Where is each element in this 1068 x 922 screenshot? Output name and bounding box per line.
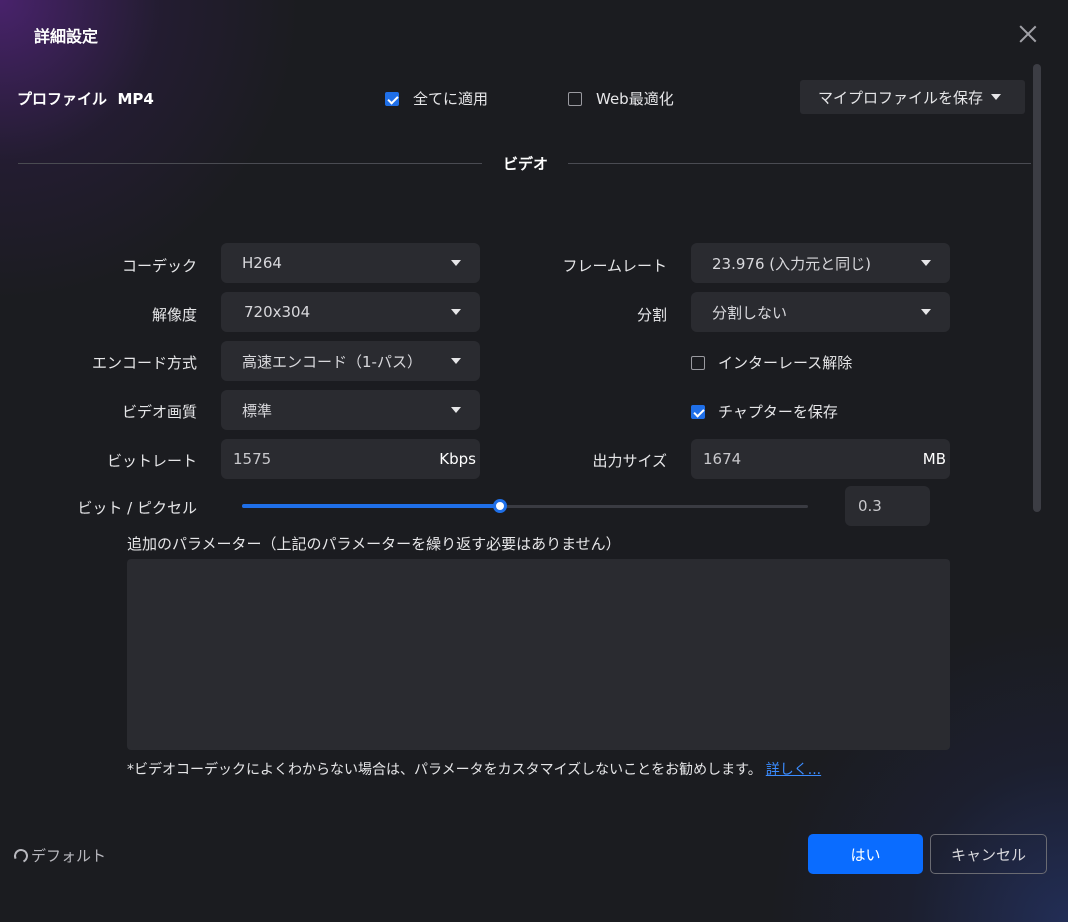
vertical-scrollbar[interactable] <box>1033 64 1041 512</box>
split-value: 分割しない <box>712 303 788 322</box>
bitrate-label: ビットレート <box>106 452 197 470</box>
chevron-down-icon <box>921 260 931 266</box>
checkbox-checked-icon[interactable] <box>385 91 399 106</box>
output-size-unit: MB <box>922 450 946 468</box>
bits-per-pixel-input[interactable]: 0.3 <box>845 486 930 526</box>
resolution-value: 720x304 <box>244 303 311 321</box>
bits-per-pixel-slider-fill <box>242 504 500 508</box>
output-size-value: 1674 <box>703 450 742 468</box>
chevron-down-icon <box>451 260 461 266</box>
bitrate-input[interactable]: 1575 Kbps <box>221 439 480 479</box>
cancel-button[interactable]: キャンセル <box>930 834 1047 874</box>
quality-label: ビデオ画質 <box>121 403 197 421</box>
profile-format: MP4 <box>117 90 154 108</box>
section-divider-left <box>18 163 482 164</box>
apply-all-label: 全てに適用 <box>413 90 489 108</box>
chevron-down-icon <box>921 309 931 315</box>
output-size-input[interactable]: 1674 MB <box>691 439 950 479</box>
chevron-down-icon <box>991 94 1001 100</box>
close-icon[interactable] <box>1016 22 1040 46</box>
save-chapters-checkbox[interactable]: チャプターを保存 <box>691 401 838 422</box>
default-button[interactable]: デフォルト <box>12 845 107 866</box>
checkbox-unchecked-icon[interactable] <box>691 355 705 370</box>
save-chapters-label: チャプターを保存 <box>718 403 838 421</box>
chevron-down-icon <box>451 358 461 364</box>
bits-per-pixel-slider-handle[interactable] <box>492 499 507 513</box>
split-label: 分割 <box>636 306 667 324</box>
bits-per-pixel-value: 0.3 <box>858 497 882 515</box>
quality-value: 標準 <box>242 401 273 420</box>
codec-value: H264 <box>242 254 282 272</box>
ok-button[interactable]: はい <box>808 834 923 874</box>
web-optimize-label: Web最適化 <box>596 90 674 108</box>
section-title-video: ビデオ <box>503 155 549 173</box>
web-optimize-checkbox[interactable]: Web最適化 <box>568 88 674 109</box>
default-label: デフォルト <box>31 847 107 865</box>
chevron-down-icon <box>451 407 461 413</box>
dialog-title: 詳細設定 <box>34 27 99 46</box>
reset-icon <box>12 846 30 865</box>
apply-all-checkbox[interactable]: 全てに適用 <box>385 88 488 109</box>
encode-mode-label: エンコード方式 <box>91 354 197 372</box>
save-profile-label: マイプロファイルを保存 <box>818 88 984 107</box>
learn-more-link[interactable]: 詳しく... <box>766 762 821 778</box>
split-select[interactable]: 分割しない <box>691 292 950 332</box>
checkbox-checked-icon[interactable] <box>691 404 705 419</box>
encode-mode-value: 高速エンコード（1-パス） <box>242 352 422 371</box>
codec-label: コーデック <box>121 257 197 275</box>
quality-select[interactable]: 標準 <box>221 390 480 430</box>
framerate-label: フレームレート <box>562 257 667 275</box>
chevron-down-icon <box>451 309 461 315</box>
checkbox-unchecked-icon[interactable] <box>568 91 582 106</box>
deinterlace-checkbox[interactable]: インターレース解除 <box>691 352 852 373</box>
framerate-value: 23.976 (入力元と同じ) <box>712 254 871 273</box>
framerate-select[interactable]: 23.976 (入力元と同じ) <box>691 243 950 283</box>
output-size-label: 出力サイズ <box>592 452 667 470</box>
additional-params-label: 追加のパラメーター（上記のパラメーターを繰り返す必要はありません） <box>127 535 621 553</box>
bitrate-unit: Kbps <box>439 450 476 468</box>
bitrate-value: 1575 <box>233 450 272 468</box>
save-my-profile-dropdown[interactable]: マイプロファイルを保存 <box>800 80 1025 114</box>
codec-select[interactable]: H264 <box>221 243 480 283</box>
profile-label: プロファイル MP4 <box>17 90 154 108</box>
bits-per-pixel-label: ビット / ピクセル <box>77 499 197 517</box>
resolution-select[interactable]: 720x304 <box>221 292 480 332</box>
deinterlace-label: インターレース解除 <box>718 354 853 372</box>
encode-mode-select[interactable]: 高速エンコード（1-パス） <box>221 341 480 381</box>
codec-note: *ビデオコーデックによくわからない場合は、パラメータをカスタマイズしないことをお… <box>127 759 821 779</box>
codec-note-text: *ビデオコーデックによくわからない場合は、パラメータをカスタマイズしないことをお… <box>127 762 762 778</box>
additional-params-textarea[interactable] <box>127 559 950 750</box>
resolution-label: 解像度 <box>151 306 197 324</box>
section-divider-right <box>568 163 1031 164</box>
